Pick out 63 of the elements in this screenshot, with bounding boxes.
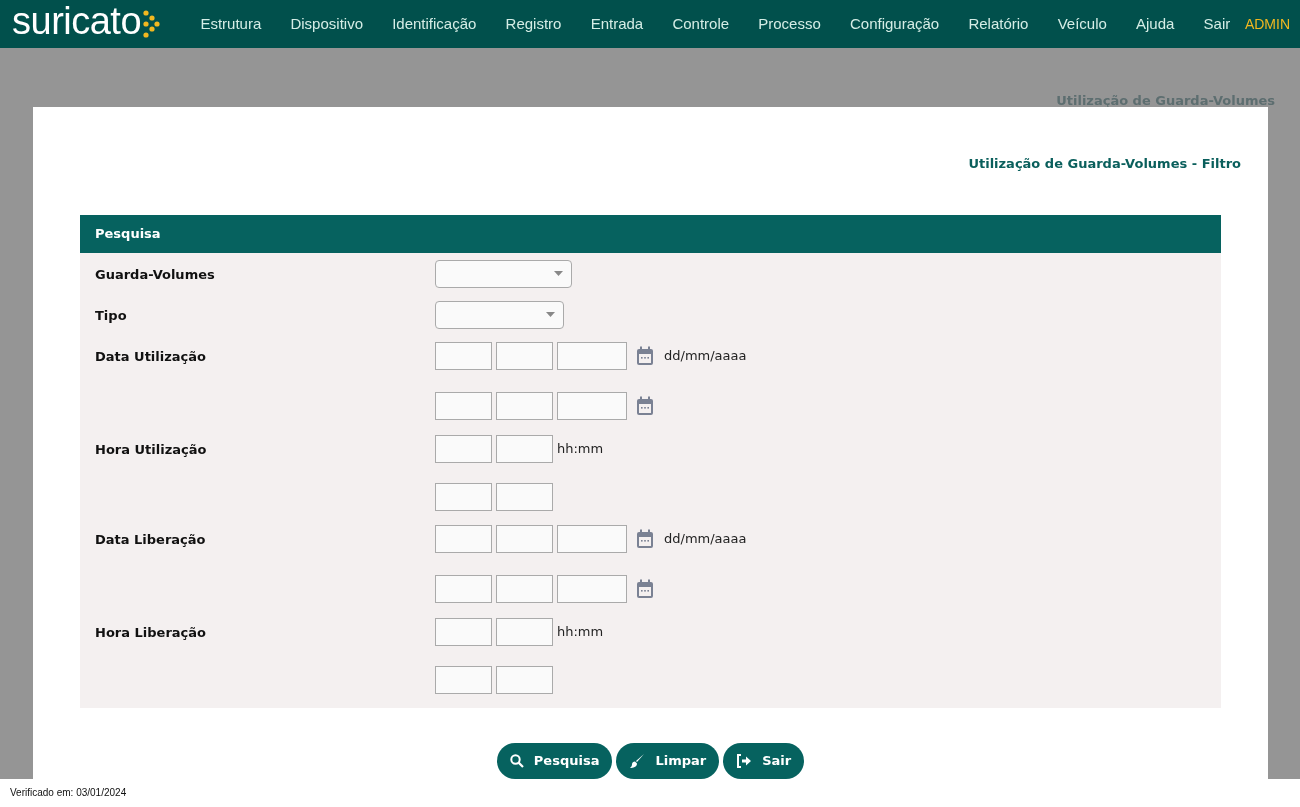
nav-menu-item[interactable]: Veículo xyxy=(1043,15,1122,33)
year-input-field[interactable] xyxy=(557,524,627,553)
format-hint: dd/mm/aaaa xyxy=(664,348,747,364)
brush-icon xyxy=(629,752,646,769)
nav-menu-item[interactable]: Ajuda xyxy=(1121,15,1189,33)
field-label: Data Liberação xyxy=(95,531,206,547)
hour-input-field[interactable] xyxy=(435,482,492,511)
calendar-icon[interactable] xyxy=(636,395,654,416)
nav-menu-item[interactable]: Registro xyxy=(491,15,577,33)
field-label: Data Utilização xyxy=(95,348,206,364)
calendar-icon[interactable] xyxy=(636,578,654,599)
nav-menu-item[interactable]: Estrutura xyxy=(185,15,276,33)
brand-logo-text: suricato xyxy=(12,0,142,41)
panel-header: Pesquisa xyxy=(80,214,1221,253)
field-label: Guarda-Volumes xyxy=(95,266,215,282)
breadcrumb-title: Utilização de Guarda-Volumes xyxy=(1056,92,1275,108)
caret-icon xyxy=(546,312,555,318)
dropdown-field[interactable] xyxy=(435,300,564,329)
year-input-field[interactable] xyxy=(557,391,627,420)
field-label: Hora Utilização xyxy=(95,441,207,457)
caret-icon xyxy=(554,271,563,277)
minute-input-field[interactable] xyxy=(496,617,553,646)
calendar-icon[interactable] xyxy=(636,528,654,549)
dropdown-field[interactable] xyxy=(435,259,572,288)
nav-menu-item[interactable]: Relatório xyxy=(953,15,1044,33)
user-link[interactable]: ADMIN xyxy=(1244,15,1290,32)
field-label: Tipo xyxy=(95,307,127,323)
nav-menu-item[interactable]: Identificação xyxy=(377,15,491,33)
action-button[interactable]: Limpar xyxy=(616,742,720,779)
logo-dots-icon xyxy=(142,9,161,38)
verified-date-text: Verificado em: 03/01/2024 xyxy=(10,787,127,799)
minute-input-field[interactable] xyxy=(496,434,553,463)
day-input-field[interactable] xyxy=(435,574,492,603)
month-input-field[interactable] xyxy=(496,341,553,370)
day-input-field[interactable] xyxy=(435,524,492,553)
month-input-field[interactable] xyxy=(496,574,553,603)
nav-menu-item[interactable]: Entrada xyxy=(576,15,658,33)
day-input-field[interactable] xyxy=(435,341,492,370)
calendar-icon[interactable] xyxy=(636,345,654,366)
minute-input-field[interactable] xyxy=(496,665,553,694)
month-input-field[interactable] xyxy=(496,524,553,553)
hour-input-field[interactable] xyxy=(435,617,492,646)
action-button[interactable]: Pesquisa xyxy=(496,742,613,779)
year-input-field[interactable] xyxy=(557,574,627,603)
exit-icon xyxy=(736,753,753,768)
action-button[interactable]: Sair xyxy=(723,742,805,779)
minute-input-field[interactable] xyxy=(496,482,553,511)
format-hint: hh:mm xyxy=(557,624,604,640)
nav-menu-item[interactable]: Processo xyxy=(743,15,836,33)
day-input-field[interactable] xyxy=(435,391,492,420)
month-input-field[interactable] xyxy=(496,391,553,420)
nav-menu-item[interactable]: Sair xyxy=(1189,15,1245,33)
format-hint: hh:mm xyxy=(557,441,604,457)
search-icon xyxy=(509,753,524,768)
year-input-field[interactable] xyxy=(557,341,627,370)
hour-input-field[interactable] xyxy=(435,665,492,694)
nav-menu-item[interactable]: Dispositivo xyxy=(275,15,378,33)
nav-menu-item[interactable]: Configuração xyxy=(835,15,954,33)
hour-input-field[interactable] xyxy=(435,434,492,463)
field-label: Hora Liberação xyxy=(95,624,206,640)
nav-menu-item[interactable]: Controle xyxy=(657,15,744,33)
page-title: Utilização de Guarda-Volumes - Filtro xyxy=(968,155,1241,173)
format-hint: dd/mm/aaaa xyxy=(664,531,747,547)
